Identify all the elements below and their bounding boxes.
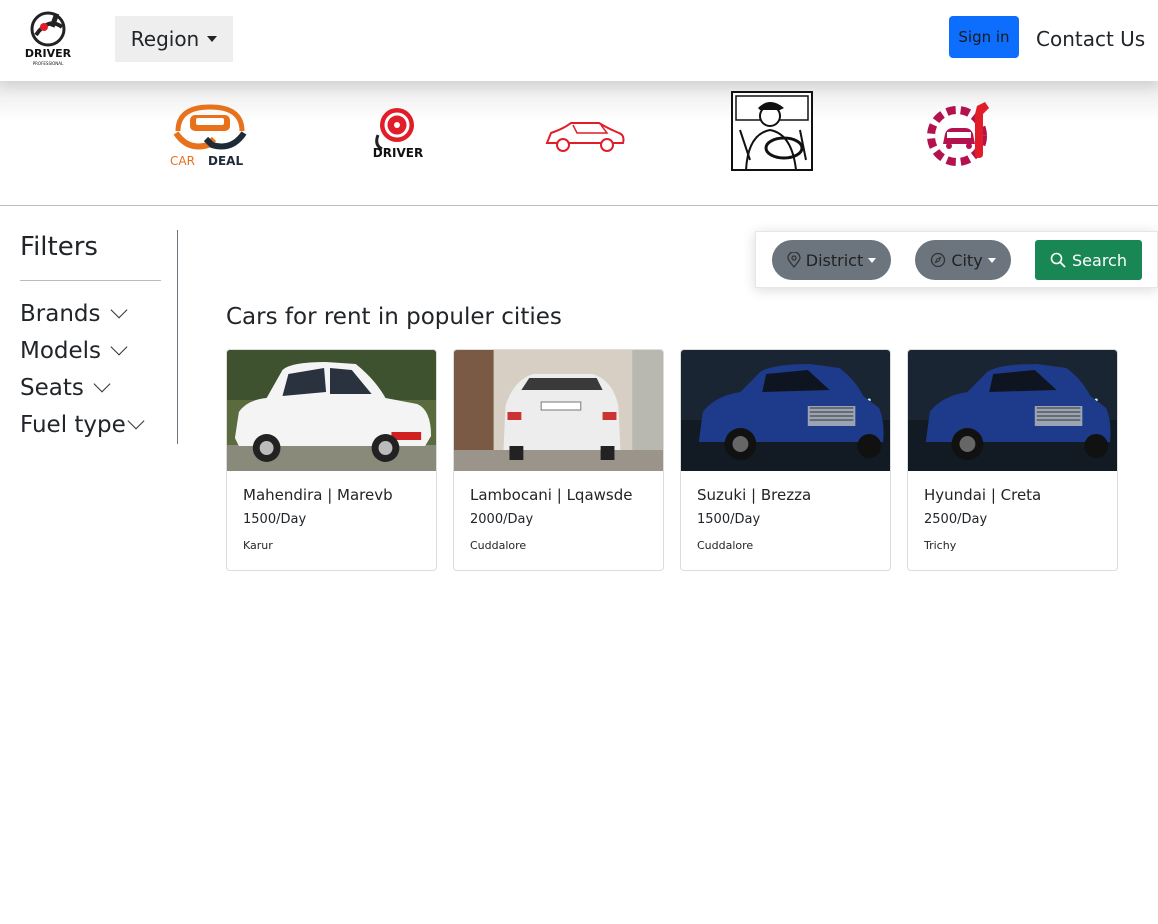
chevron-down-icon [110,301,127,318]
search-icon [1050,252,1066,268]
filter-models[interactable]: Models [20,332,177,369]
driver-logo: DRIVER [368,105,428,163]
svg-text:PROFESSIONAL: PROFESSIONAL [33,61,64,66]
section-title: Cars for rent in populer cities [226,304,562,330]
signin-button[interactable]: Sign in [949,16,1019,58]
car-image[interactable] [908,350,1117,471]
filter-brands[interactable]: Brands [20,295,177,332]
filter-label: Brands [20,300,101,327]
car-image[interactable] [681,350,890,471]
region-dropdown[interactable]: Region [115,16,233,62]
chevron-down-icon [127,412,145,429]
car-title: Mahendira | Marevb [243,486,393,504]
compass-icon [931,252,946,268]
district-label: District [805,250,864,270]
car-location: Trichy [924,539,957,552]
car-location: Cuddalore [697,539,754,552]
brand-banner: CAR DEAL DRIVER [0,81,1158,206]
navbar: DRIVER PROFESSIONAL Region Sign in Conta… [0,0,1158,81]
svg-text:DRIVER: DRIVER [373,146,423,160]
search-panel: District City Search [755,231,1158,288]
filters-sidebar: Filters Brands Models Seats Fuel type [20,230,178,444]
filter-seats[interactable]: Seats [20,369,177,406]
search-button[interactable]: Search [1035,240,1142,280]
map-pin-icon [787,252,801,268]
car-card[interactable]: Suzuki | Brezza 1500/Day Cuddalore [680,349,891,571]
car-deal-logo: CAR DEAL [168,101,252,169]
city-dropdown[interactable]: City [915,240,1011,280]
car-card[interactable]: Hyundai | Creta 2500/Day Trichy [907,349,1118,571]
city-label: City [951,250,983,270]
car-price: 2000/Day [470,512,534,527]
car-price: 1500/Day [243,512,307,527]
car-service-logo [925,98,993,172]
chevron-down-icon [110,338,128,355]
svg-text:DEAL: DEAL [208,154,243,168]
car-title: Hyundai | Creta [924,486,1042,504]
district-dropdown[interactable]: District [772,240,891,280]
svg-text:CAR: CAR [170,154,195,168]
car-image[interactable] [454,350,663,471]
caret-down-icon [207,36,218,42]
svg-text:DRIVER: DRIVER [25,47,72,60]
search-label: Search [1072,250,1127,270]
filters-title: Filters [20,232,98,262]
filter-fuel-type[interactable]: Fuel type [20,406,177,443]
car-card[interactable]: Mahendira | Marevb 1500/Day Karur [226,349,437,571]
contact-us-link[interactable]: Contact Us [1036,27,1145,51]
driver-professional-logo[interactable]: DRIVER PROFESSIONAL [22,9,74,67]
car-outline-logo [543,117,627,157]
car-location: Karur [243,539,273,552]
filter-label: Seats [20,374,84,401]
car-title: Lambocani | Lqawsde [470,486,633,504]
chevron-down-icon [93,375,111,392]
filters-divider [20,280,161,281]
filter-label: Fuel type [20,411,126,438]
driver-illustration-logo [730,90,814,172]
caret-down-icon [987,257,996,263]
car-price: 2500/Day [924,512,988,527]
caret-down-icon [868,257,877,263]
filter-label: Models [20,337,102,364]
car-card[interactable]: Lambocani | Lqawsde 2000/Day Cuddalore [453,349,664,571]
car-title: Suzuki | Brezza [697,486,812,504]
car-location: Cuddalore [470,539,527,552]
car-image[interactable] [227,350,436,471]
region-label: Region [130,27,200,51]
car-price: 1500/Day [697,512,761,527]
